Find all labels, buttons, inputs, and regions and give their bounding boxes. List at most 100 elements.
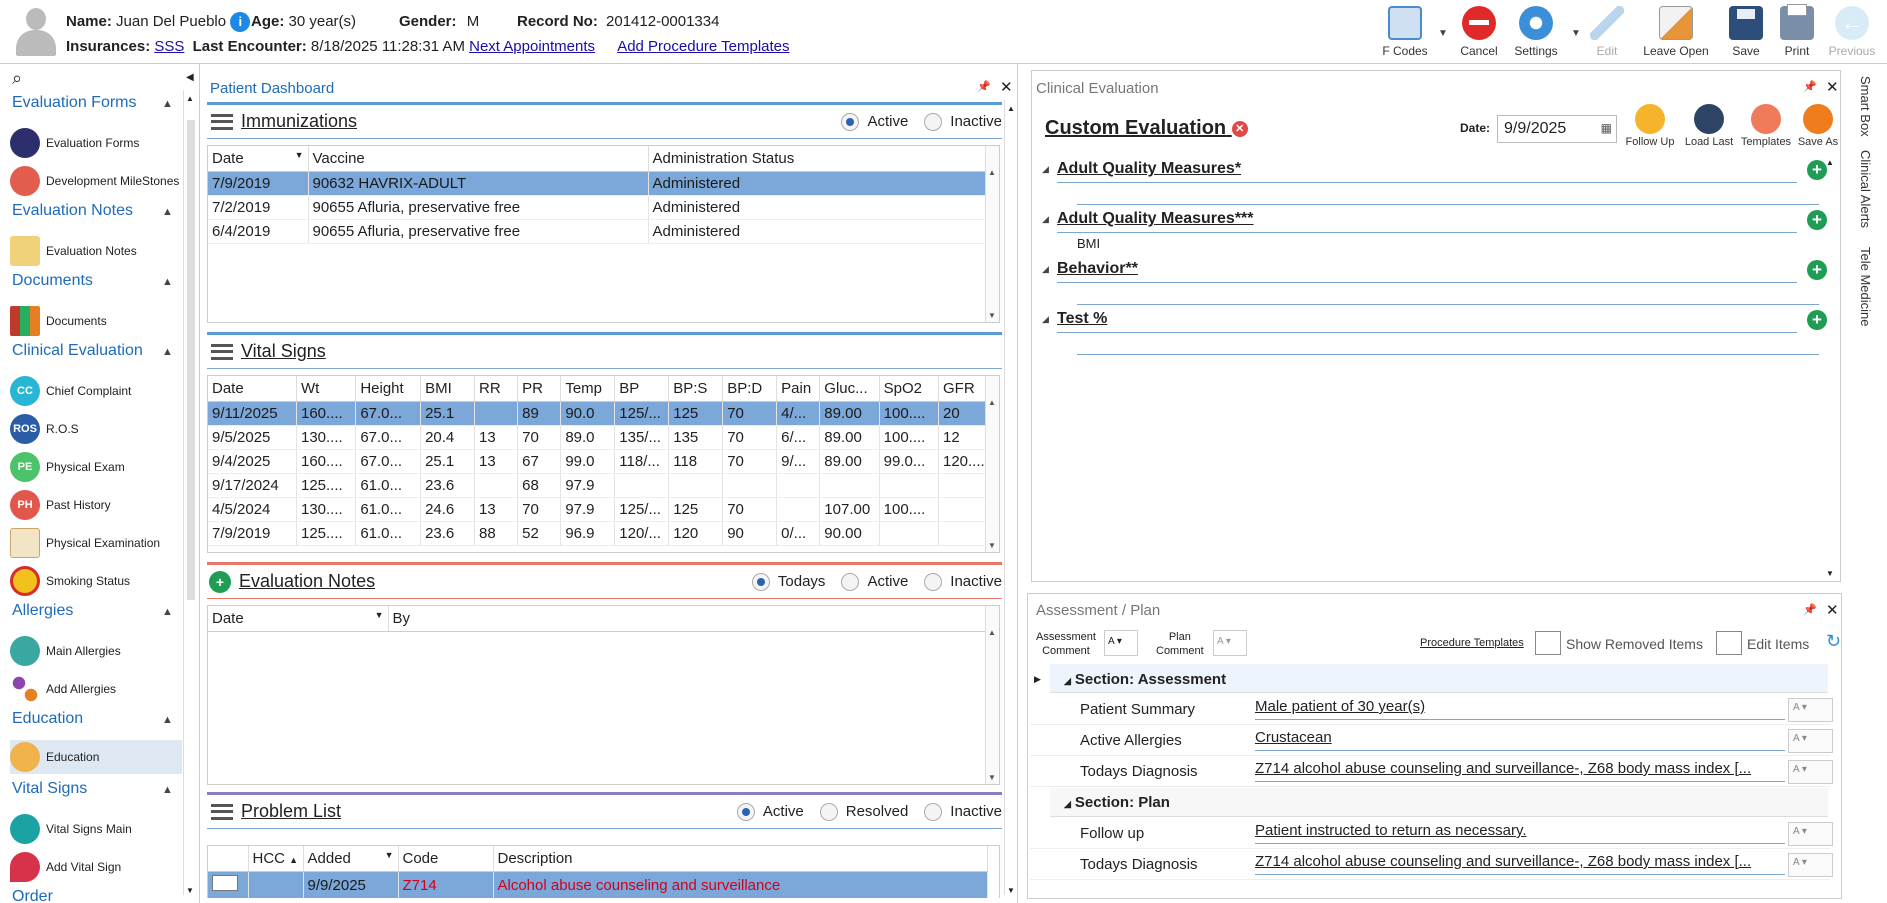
assessment-row[interactable]: Patient Summary Male patient of 30 year(s… bbox=[1030, 694, 1833, 725]
pin-icon[interactable]: 📌 bbox=[1803, 603, 1817, 616]
search-icon[interactable]: ⌕ bbox=[12, 68, 22, 89]
sidebar-item-education[interactable]: Education bbox=[10, 740, 182, 774]
menu-icon[interactable] bbox=[211, 113, 233, 130]
remove-evaluation-icon[interactable]: ✕ bbox=[1231, 120, 1248, 137]
filter-todays-radio[interactable]: Todays bbox=[751, 572, 825, 591]
measure-group[interactable]: ◢ Test % + bbox=[1042, 310, 1827, 355]
column-header[interactable]: BP bbox=[614, 376, 670, 402]
collapse-icon[interactable]: ◢ bbox=[1042, 164, 1049, 175]
table-row[interactable]: 9/5/2025 130.... 67.0... 20.4 13 70 89.0 135/..… bbox=[208, 425, 994, 450]
table-row[interactable]: 7/9/2019 125.... 61.0... 23.6 88 52 96.9 120/..… bbox=[208, 521, 994, 546]
table-row[interactable]: 9/11/2025 160.... 67.0... 25.1 89 90.0 125/...… bbox=[208, 401, 994, 426]
filter-active-radio[interactable]: Active bbox=[841, 572, 908, 591]
procedure-templates-link[interactable]: Procedure Templates bbox=[1420, 637, 1524, 649]
close-icon[interactable]: ✕ bbox=[1000, 78, 1013, 96]
assessment-comment-dropdown[interactable]: A ▾ bbox=[1104, 630, 1138, 656]
column-header[interactable]: Gluc... bbox=[819, 376, 880, 402]
sidebar-item-physical-exam[interactable]: PE Physical Exam bbox=[10, 450, 182, 484]
column-header-admin-status[interactable]: Administration Status bbox=[648, 146, 988, 172]
sidebar-item-smoking-status[interactable]: Smoking Status bbox=[10, 564, 182, 598]
cancel-button[interactable]: Cancel bbox=[1450, 6, 1508, 58]
column-header[interactable]: Date bbox=[208, 376, 297, 402]
collapse-icon[interactable]: ◢ bbox=[1064, 799, 1071, 809]
group-vital-signs[interactable]: Vital Signs ▲ bbox=[12, 780, 173, 798]
sidebar-scrollbar[interactable]: ▲ ▼ bbox=[183, 90, 197, 895]
column-header[interactable]: Pain bbox=[776, 376, 821, 402]
row-checkbox[interactable] bbox=[212, 875, 238, 891]
immunizations-title[interactable]: Immunizations bbox=[241, 111, 357, 132]
column-header-hcc[interactable]: HCC ▲ bbox=[248, 846, 304, 872]
column-header[interactable]: Temp bbox=[560, 376, 616, 402]
vital-signs-title[interactable]: Vital Signs bbox=[241, 341, 326, 362]
group-documents[interactable]: Documents ▲ bbox=[12, 272, 173, 290]
plan-comment-dropdown[interactable]: A ▾ bbox=[1213, 630, 1247, 656]
group-order[interactable]: Order bbox=[12, 888, 53, 903]
column-header-date[interactable]: Date ▼ bbox=[208, 146, 309, 172]
column-header[interactable]: Wt bbox=[296, 376, 357, 402]
evaluation-notes-title[interactable]: Evaluation Notes bbox=[239, 571, 375, 592]
plan-row[interactable]: Todays Diagnosis Z714 alcohol abuse couns… bbox=[1030, 849, 1833, 880]
load-last-button[interactable]: Load Last bbox=[1680, 104, 1738, 148]
sidebar-item-chief-complaint[interactable]: CC Chief Complaint bbox=[10, 374, 182, 408]
column-header[interactable]: BMI bbox=[420, 376, 476, 402]
column-header[interactable]: BP:D bbox=[722, 376, 778, 402]
column-header-date[interactable]: Date ▼ bbox=[208, 606, 389, 632]
add-procedure-templates-link[interactable]: Add Procedure Templates bbox=[617, 38, 789, 55]
evaluation-notes-scrollbar[interactable] bbox=[985, 606, 999, 784]
sidebar-item-evaluation-notes[interactable]: Evaluation Notes bbox=[10, 234, 182, 268]
table-row[interactable]: 7/9/2019 90632 HAVRIX-ADULT Administered bbox=[208, 171, 988, 196]
sidebar-item-documents[interactable]: Documents bbox=[10, 304, 182, 338]
collapse-icon[interactable]: ▲ bbox=[162, 346, 173, 358]
plan-row[interactable]: Follow up Patient instructed to return as… bbox=[1030, 818, 1833, 849]
close-icon[interactable]: ✕ bbox=[1826, 601, 1839, 619]
next-appointments-link[interactable]: Next Appointments bbox=[469, 38, 595, 55]
column-header-by[interactable]: By bbox=[388, 606, 988, 632]
add-item-icon[interactable]: + bbox=[1807, 310, 1827, 330]
column-header[interactable]: RR bbox=[474, 376, 519, 402]
clinical-scrollbar[interactable]: ▲ ▼ bbox=[1826, 158, 1838, 578]
column-header[interactable]: BP:S bbox=[668, 376, 724, 402]
section-assessment[interactable]: ◢ Section: Assessment bbox=[1050, 664, 1828, 693]
column-header[interactable]: Height bbox=[355, 376, 422, 402]
pin-icon[interactable]: 📌 bbox=[1803, 80, 1817, 93]
problem-list-title[interactable]: Problem List bbox=[241, 801, 341, 822]
sidebar-item-add-vital-sign[interactable]: Add Vital Sign bbox=[10, 850, 182, 884]
follow-up-button[interactable]: Follow Up bbox=[1619, 104, 1681, 148]
menu-icon[interactable] bbox=[211, 343, 233, 360]
sidebar-item-vital-signs-main[interactable]: Vital Signs Main bbox=[10, 812, 182, 846]
collapse-icon[interactable]: ▲ bbox=[162, 206, 173, 218]
measure-group[interactable]: ◢ Adult Quality Measures*** + BMI bbox=[1042, 210, 1827, 251]
table-row[interactable]: 7/2/2019 90655 Afluria, preservative free… bbox=[208, 195, 988, 220]
assessment-row[interactable]: Todays Diagnosis Z714 alcohol abuse couns… bbox=[1030, 756, 1833, 787]
insurance-link[interactable]: SSS bbox=[154, 38, 184, 55]
collapse-icon[interactable]: ◢ bbox=[1064, 676, 1071, 686]
menu-icon[interactable] bbox=[211, 803, 233, 820]
column-header-vaccine[interactable]: Vaccine bbox=[308, 146, 649, 172]
filter-inactive-radio[interactable]: Inactive bbox=[924, 572, 1002, 591]
templates-button[interactable]: Templates bbox=[1737, 104, 1795, 148]
sidebar-item-add-allergies[interactable]: Add Allergies bbox=[10, 672, 182, 706]
group-evaluation-notes[interactable]: Evaluation Notes ▲ bbox=[12, 202, 173, 220]
table-row[interactable]: 9/4/2025 160.... 67.0... 25.1 13 67 99.0 118/..… bbox=[208, 449, 994, 474]
show-removed-checkbox[interactable] bbox=[1535, 631, 1561, 655]
sidebar-item-ros[interactable]: ROS R.O.S bbox=[10, 412, 182, 446]
collapse-icon[interactable]: ▲ bbox=[162, 98, 173, 110]
group-allergies[interactable]: Allergies ▲ bbox=[12, 602, 173, 620]
sidebar-item-past-history[interactable]: PH Past History bbox=[10, 488, 182, 522]
refresh-icon[interactable]: ↻ bbox=[1826, 631, 1841, 652]
row-format-dropdown[interactable]: A ▾ bbox=[1788, 822, 1833, 846]
column-header-code[interactable]: Code bbox=[398, 846, 494, 872]
add-note-icon[interactable]: + bbox=[209, 570, 231, 593]
settings-button[interactable]: Settings bbox=[1507, 6, 1565, 58]
collapse-icon[interactable]: ▲ bbox=[162, 784, 173, 796]
sidebar-item-development-milestones[interactable]: Development MileStones bbox=[10, 164, 182, 198]
assessment-row[interactable]: Active Allergies Crustacean A ▾ bbox=[1030, 725, 1833, 756]
group-clinical-evaluation[interactable]: Clinical Evaluation ▲ bbox=[12, 342, 173, 360]
table-row[interactable]: 9/17/2024 125.... 61.0... 23.6 68 97.9 bbox=[208, 473, 994, 498]
print-button[interactable]: Print bbox=[1768, 4, 1826, 58]
filter-inactive-radio[interactable]: Inactive bbox=[924, 112, 1002, 131]
filter-resolved-radio[interactable]: Resolved bbox=[819, 802, 908, 821]
collapse-sidebar-icon[interactable]: ◀ bbox=[186, 72, 194, 83]
filter-active-radio[interactable]: Active bbox=[841, 112, 908, 131]
sidebar-item-physical-examination[interactable]: Physical Examination bbox=[10, 526, 182, 560]
